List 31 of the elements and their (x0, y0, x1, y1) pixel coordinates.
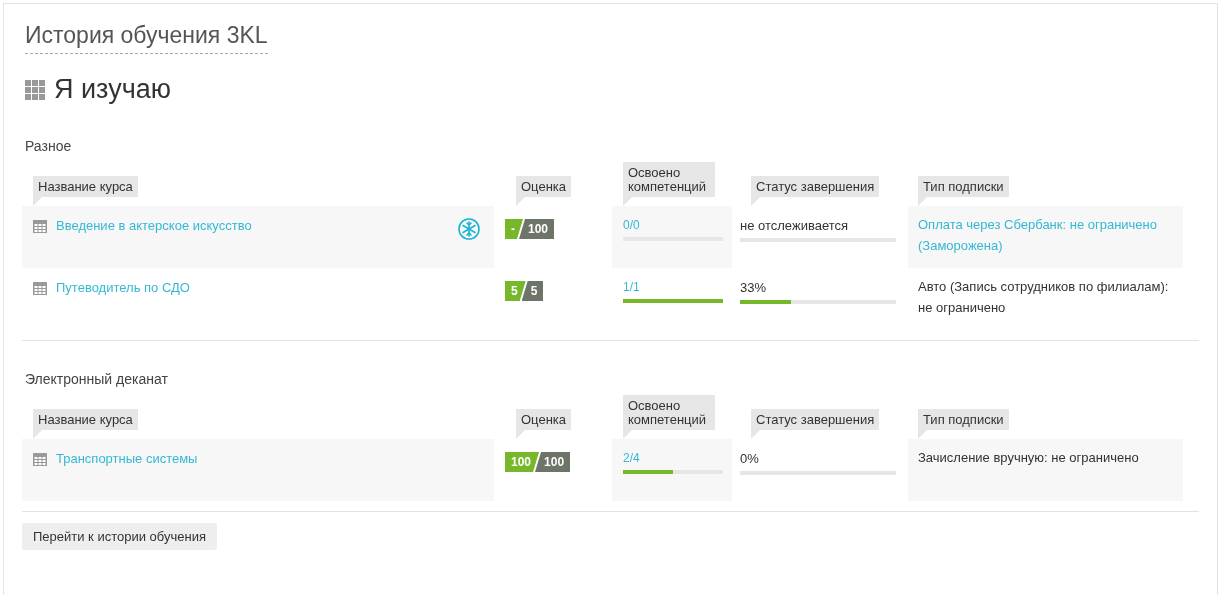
competence-link[interactable]: 1/1 (623, 280, 723, 294)
status-text: не отслеживается (740, 218, 850, 233)
category-title: Разное (25, 138, 73, 154)
subscription-text: Авто (Запись сотрудников по филиалам): не ограничено (918, 279, 1169, 315)
column-header: Статус завершения (751, 409, 880, 439)
column-header: Тип подписки (918, 176, 1009, 206)
competence-link[interactable]: 2/4 (623, 451, 723, 465)
category-title: Электронный деканат (25, 371, 169, 387)
column-header: Название курса (33, 176, 138, 206)
column-header: Оценка (516, 409, 572, 439)
table-icon (33, 220, 47, 233)
page-title-link[interactable]: История обучения 3KL (25, 22, 268, 54)
column-header: Освоено компетенций (623, 162, 715, 206)
column-header: Тип подписки (918, 409, 1009, 439)
column-header: Название курса (33, 409, 138, 439)
grid-icon (25, 79, 45, 100)
course-link[interactable]: Транспортные системы (56, 451, 480, 466)
competence-link[interactable]: 0/0 (623, 218, 723, 232)
snowflake-icon (458, 218, 480, 240)
section-heading: Я изучаю (54, 74, 171, 105)
history-button[interactable]: Перейти к истории обучения (22, 523, 217, 550)
subscription-text: Зачисление вручную: не ограничено (918, 450, 1139, 465)
status-text: 33% (740, 280, 768, 295)
course-link[interactable]: Путеводитель по СДО (56, 280, 480, 295)
status-text: 0% (740, 451, 760, 466)
course-link[interactable]: Введение в актерское искусство (56, 218, 458, 233)
column-header: Освоено компетенций (623, 395, 715, 439)
table-icon (33, 453, 47, 466)
table-icon (33, 282, 47, 295)
column-header: Статус завершения (751, 176, 880, 206)
column-header: Оценка (516, 176, 572, 206)
